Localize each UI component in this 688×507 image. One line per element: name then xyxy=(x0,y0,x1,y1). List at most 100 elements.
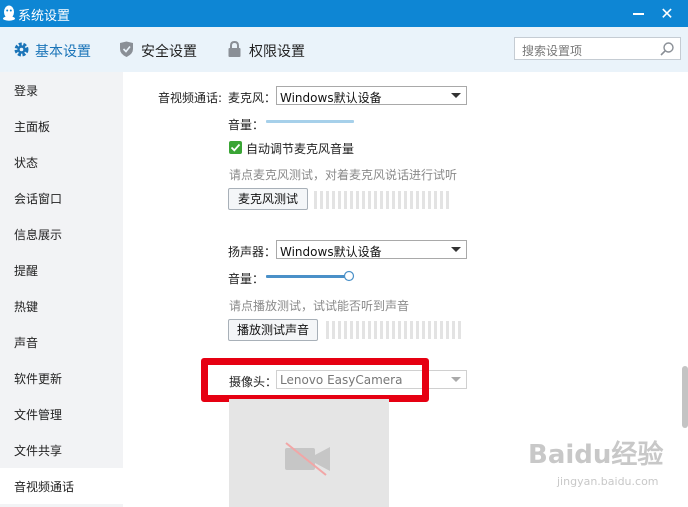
speaker-device-select[interactable]: Windows默认设备 xyxy=(276,240,467,259)
meter-bar xyxy=(392,321,395,339)
sidebar-item-software-update[interactable]: 软件更新 xyxy=(0,360,123,396)
mic-test-button[interactable]: 麦克风测试 xyxy=(228,188,308,210)
mic-volume-label: 音量： xyxy=(228,118,265,132)
mic-device-value: Windows默认设备 xyxy=(280,91,382,105)
speaker-test-button[interactable]: 播放测试声音 xyxy=(228,319,318,341)
auto-adjust-label: 自动调节麦克风音量 xyxy=(246,142,355,156)
sidebar-item-info-display[interactable]: 信息展示 xyxy=(0,216,123,252)
speaker-hint: 请点播放测试，试试能否听到声音 xyxy=(229,299,410,313)
meter-bar xyxy=(380,321,383,339)
sidebar-item-login[interactable]: 登录 xyxy=(0,72,123,108)
speaker-label: 扬声器： xyxy=(228,245,277,259)
meter-bar xyxy=(356,191,359,209)
meter-bar xyxy=(314,191,317,209)
meter-bar xyxy=(434,321,437,339)
meter-bar xyxy=(410,321,413,339)
sidebar-item-label: 音视频通话 xyxy=(14,480,75,494)
sidebar-item-label: 软件更新 xyxy=(14,372,63,386)
mic-level-meter xyxy=(314,191,454,209)
meter-bar xyxy=(440,191,443,209)
speaker-volume-label: 音量： xyxy=(228,272,265,286)
meter-bar xyxy=(458,321,461,339)
speaker-device-value: Windows默认设备 xyxy=(280,245,382,259)
checkmark-icon xyxy=(230,143,241,152)
sidebar-item-label: 会话窗口 xyxy=(14,192,63,206)
meter-bar xyxy=(374,321,377,339)
sidebar-item-av-call[interactable]: 音视频通话 xyxy=(0,468,123,504)
av-section-label: 音视频通话: xyxy=(158,91,223,105)
meter-bar xyxy=(326,191,329,209)
close-button[interactable]: ✕ xyxy=(652,0,682,27)
meter-bar xyxy=(410,191,413,209)
sidebar-item-main-panel[interactable]: 主面板 xyxy=(0,108,123,144)
meter-bar xyxy=(338,321,341,339)
speaker-volume-slider[interactable] xyxy=(266,269,358,283)
mic-device-select[interactable]: Windows默认设备 xyxy=(276,86,467,105)
meter-bar xyxy=(356,321,359,339)
mic-hint: 请点麦克风测试，对着麦克风说话进行试听 xyxy=(229,168,458,182)
meter-bar xyxy=(428,191,431,209)
meter-bar xyxy=(368,191,371,209)
meter-bar xyxy=(404,321,407,339)
meter-bar xyxy=(326,321,329,339)
chevron-down-icon xyxy=(451,247,461,252)
scrollbar-thumb[interactable] xyxy=(682,366,688,428)
sidebar-item-status[interactable]: 状态 xyxy=(0,144,123,180)
meter-bar xyxy=(332,321,335,339)
meter-bar xyxy=(344,321,347,339)
meter-bar xyxy=(344,191,347,209)
meter-bar xyxy=(452,321,455,339)
tab-label: 安全设置 xyxy=(141,44,197,60)
sidebar-item-reminders[interactable]: 提醒 xyxy=(0,252,123,288)
minimize-button[interactable] xyxy=(626,0,652,27)
auto-adjust-checkbox[interactable] xyxy=(229,141,242,154)
search-placeholder: 搜索设置项 xyxy=(522,44,583,58)
sidebar-item-sound[interactable]: 声音 xyxy=(0,324,123,360)
shield-icon xyxy=(120,41,133,57)
speaker-level-meter xyxy=(326,321,466,339)
lock-icon xyxy=(228,41,241,57)
sidebar-item-chat-window[interactable]: 会话窗口 xyxy=(0,180,123,216)
chevron-down-icon xyxy=(451,377,461,382)
sidebar-item-label: 状态 xyxy=(14,156,39,170)
meter-bar xyxy=(320,191,323,209)
camera-preview xyxy=(229,399,389,507)
meter-bar xyxy=(338,191,341,209)
scrollbar-track[interactable] xyxy=(678,72,688,507)
annotation-highlight-box xyxy=(201,358,429,402)
baidu-watermark-url: jingyan.baidu.com xyxy=(557,475,659,488)
gear-icon xyxy=(14,42,29,57)
sidebar-item-file-management[interactable]: 文件管理 xyxy=(0,396,123,432)
tab-label: 基本设置 xyxy=(35,44,91,60)
search-input[interactable]: 搜索设置项 xyxy=(514,37,681,60)
sidebar-item-label: 登录 xyxy=(14,84,39,98)
mic-label: 麦克风： xyxy=(228,91,277,105)
tab-label: 权限设置 xyxy=(249,44,305,60)
chevron-down-icon xyxy=(451,93,461,98)
search-icon[interactable] xyxy=(659,41,675,57)
settings-toolbar: 基本设置 安全设置 权限设置 搜索设置项 xyxy=(0,27,688,73)
sidebar-item-label: 文件共享 xyxy=(14,444,63,458)
meter-bar xyxy=(380,191,383,209)
slider-handle xyxy=(343,270,355,282)
sidebar-item-file-sharing[interactable]: 文件共享 xyxy=(0,432,123,468)
meter-bar xyxy=(422,321,425,339)
meter-bar xyxy=(362,321,365,339)
meter-bar xyxy=(416,321,419,339)
meter-bar xyxy=(332,191,335,209)
meter-bar xyxy=(392,191,395,209)
meter-bar xyxy=(422,191,425,209)
meter-bar xyxy=(374,191,377,209)
mic-volume-slider[interactable] xyxy=(266,119,354,125)
sidebar-item-hotkeys[interactable]: 热键 xyxy=(0,288,123,324)
meter-bar xyxy=(416,191,419,209)
meter-bar xyxy=(428,321,431,339)
sidebar-item-label: 文件管理 xyxy=(14,408,63,422)
meter-bar xyxy=(350,321,353,339)
baidu-watermark: Baidu经验 xyxy=(528,440,664,470)
meter-bar xyxy=(404,191,407,209)
meter-bar xyxy=(386,191,389,209)
meter-bar xyxy=(434,191,437,209)
camera-off-icon xyxy=(285,442,330,476)
meter-bar xyxy=(446,321,449,339)
